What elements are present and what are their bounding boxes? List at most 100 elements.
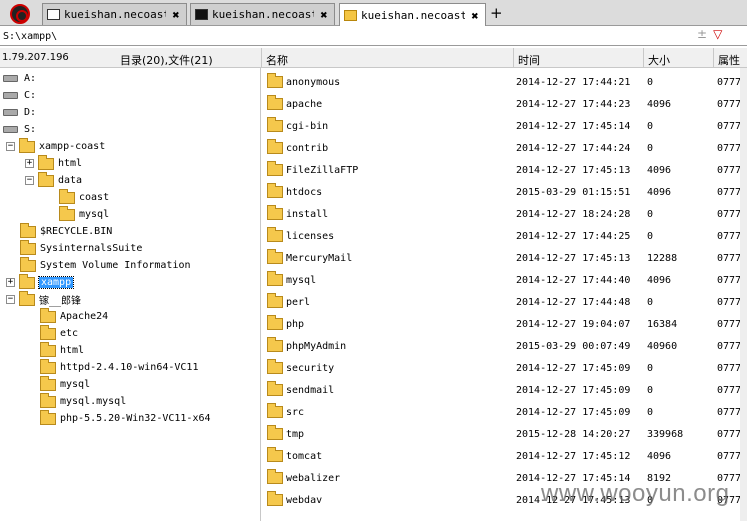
tree-item[interactable]: D:	[3, 104, 36, 121]
close-icon[interactable]: ✖	[469, 9, 481, 23]
file-name: tomcat	[286, 451, 323, 462]
folder-icon	[20, 222, 36, 238]
tab-session-3[interactable]: kueishan.necoast-... ✖	[339, 3, 486, 27]
file-size: 0	[647, 407, 654, 418]
drive-icon	[3, 126, 18, 133]
tree-item[interactable]: etc	[40, 324, 78, 342]
tree-item[interactable]: $RECYCLE.BIN	[20, 222, 112, 240]
tree-item[interactable]: php-5.5.20-Win32-VC11-x64	[40, 409, 211, 427]
terminal-icon	[195, 9, 208, 20]
file-row[interactable]: phpMyAdmin 2015-03-29 00:07:49 40960 0777	[262, 336, 747, 358]
file-row[interactable]: install 2014-12-27 18:24:28 0 0777	[262, 204, 747, 226]
tree-item[interactable]: − xampp-coast	[6, 137, 105, 155]
column-name-header[interactable]: 名称	[266, 52, 288, 68]
file-size: 0	[647, 121, 654, 132]
close-icon[interactable]: ✖	[318, 8, 330, 22]
tree-item[interactable]: − data	[25, 171, 82, 189]
tab-label: kueishan.necoast-...	[212, 8, 314, 21]
column-time-header[interactable]: 时间	[518, 52, 540, 68]
folder-icon	[267, 381, 283, 396]
folder-icon	[267, 95, 283, 110]
folder-icon	[267, 315, 283, 330]
host-ip: 1.79.207.196	[2, 52, 69, 63]
file-row[interactable]: tomcat 2014-12-27 17:45:12 4096 0777	[262, 446, 747, 468]
file-row[interactable]: security 2014-12-27 17:45:09 0 0777	[262, 358, 747, 380]
tree-item[interactable]: Apache24	[40, 307, 108, 325]
tree-item[interactable]: mysql	[40, 375, 90, 393]
folder-icon	[40, 324, 56, 340]
folder-icon	[40, 358, 56, 374]
file-attr: 0777	[717, 77, 742, 88]
file-row[interactable]: FileZillaFTP 2014-12-27 17:45:13 4096 0777	[262, 160, 747, 182]
pin-icon[interactable]: ±	[697, 27, 707, 41]
file-attr: 0777	[717, 253, 742, 264]
tree-item[interactable]: mysql	[59, 205, 109, 223]
column-size-header[interactable]: 大小	[648, 52, 670, 68]
file-row[interactable]: src 2014-12-27 17:45:09 0 0777	[262, 402, 747, 424]
file-time: 2014-12-27 17:45:09	[516, 385, 631, 396]
tree-item[interactable]: + html	[25, 154, 82, 172]
file-size: 0	[647, 297, 654, 308]
file-row[interactable]: perl 2014-12-27 17:44:48 0 0777	[262, 292, 747, 314]
file-row[interactable]: tmp 2015-12-28 14:20:27 339968 0777	[262, 424, 747, 446]
collapse-icon[interactable]: −	[6, 142, 15, 151]
file-row[interactable]: licenses 2014-12-27 17:44:25 0 0777	[262, 226, 747, 248]
expand-icon[interactable]: +	[25, 159, 34, 168]
file-row[interactable]: sendmail 2014-12-27 17:45:09 0 0777	[262, 380, 747, 402]
file-row[interactable]: mysql 2014-12-27 17:44:40 4096 0777	[262, 270, 747, 292]
close-icon[interactable]: ✖	[170, 8, 182, 22]
file-row[interactable]: contrib 2014-12-27 17:44:24 0 0777	[262, 138, 747, 160]
file-name: php	[286, 319, 305, 330]
file-row[interactable]: htdocs 2015-03-29 01:15:51 4096 0777	[262, 182, 747, 204]
file-name: install	[286, 209, 329, 220]
folder-icon	[267, 469, 283, 484]
tree-item[interactable]: A:	[3, 70, 36, 87]
file-row[interactable]: cgi-bin 2014-12-27 17:45:14 0 0777	[262, 116, 747, 138]
folder-icon	[267, 337, 283, 352]
path-input[interactable]	[3, 28, 693, 44]
folder-icon	[20, 239, 36, 255]
folder-icon	[267, 359, 283, 374]
file-row[interactable]: php 2014-12-27 19:04:07 16384 0777	[262, 314, 747, 336]
tree-item[interactable]: mysql.mysql	[40, 392, 126, 410]
tree-item[interactable]: S:	[3, 121, 36, 138]
folder-icon	[40, 392, 56, 408]
tree-item[interactable]: − 镓__郎锋	[6, 290, 81, 308]
tree-item[interactable]: System Volume Information	[20, 256, 191, 274]
file-row[interactable]: apache 2014-12-27 17:44:23 4096 0777	[262, 94, 747, 116]
tree-item[interactable]: httpd-2.4.10-win64-VC11	[40, 358, 198, 376]
collapse-icon[interactable]: −	[25, 176, 34, 185]
address-bar: ±▽	[0, 26, 747, 46]
item-count: 目录(20),文件(21)	[120, 54, 213, 67]
tree-item[interactable]: SysinternalsSuite	[20, 239, 142, 257]
tree-item[interactable]: coast	[59, 188, 109, 206]
folder-icon	[19, 290, 35, 306]
app-logo-icon[interactable]	[10, 4, 30, 24]
folder-icon	[267, 183, 283, 198]
file-time: 2014-12-27 17:44:25	[516, 231, 631, 242]
tab-session-1[interactable]: kueishan.necoast-... ✖	[42, 3, 187, 25]
expand-icon[interactable]: +	[6, 278, 15, 287]
file-row[interactable]: MercuryMail 2014-12-27 17:45:13 12288 0777	[262, 248, 747, 270]
file-name: apache	[286, 99, 323, 110]
file-time: 2014-12-27 17:45:13	[516, 253, 631, 264]
folder-icon	[267, 403, 283, 418]
tab-session-2[interactable]: kueishan.necoast-... ✖	[190, 3, 335, 25]
file-time: 2014-12-27 19:04:07	[516, 319, 631, 330]
file-time: 2014-12-27 17:45:09	[516, 407, 631, 418]
dropdown-icon[interactable]: ▽	[713, 27, 722, 41]
tab-label: kueishan.necoast-...	[64, 8, 166, 21]
tree-item[interactable]: html	[40, 341, 84, 359]
folder-icon	[38, 154, 54, 170]
file-row[interactable]: anonymous 2014-12-27 17:44:21 0 0777	[262, 72, 747, 94]
tree-item[interactable]: C:	[3, 87, 36, 104]
vertical-scrollbar[interactable]	[740, 68, 747, 521]
collapse-icon[interactable]: −	[6, 295, 15, 304]
file-time: 2014-12-27 17:45:13	[516, 165, 631, 176]
file-name: perl	[286, 297, 311, 308]
column-attr-header[interactable]: 属性	[718, 52, 740, 68]
file-time: 2015-12-28 14:20:27	[516, 429, 631, 440]
new-tab-button[interactable]: +	[490, 4, 503, 22]
file-time: 2014-12-27 17:45:09	[516, 363, 631, 374]
tree-item-selected[interactable]: + xampp	[6, 273, 75, 291]
